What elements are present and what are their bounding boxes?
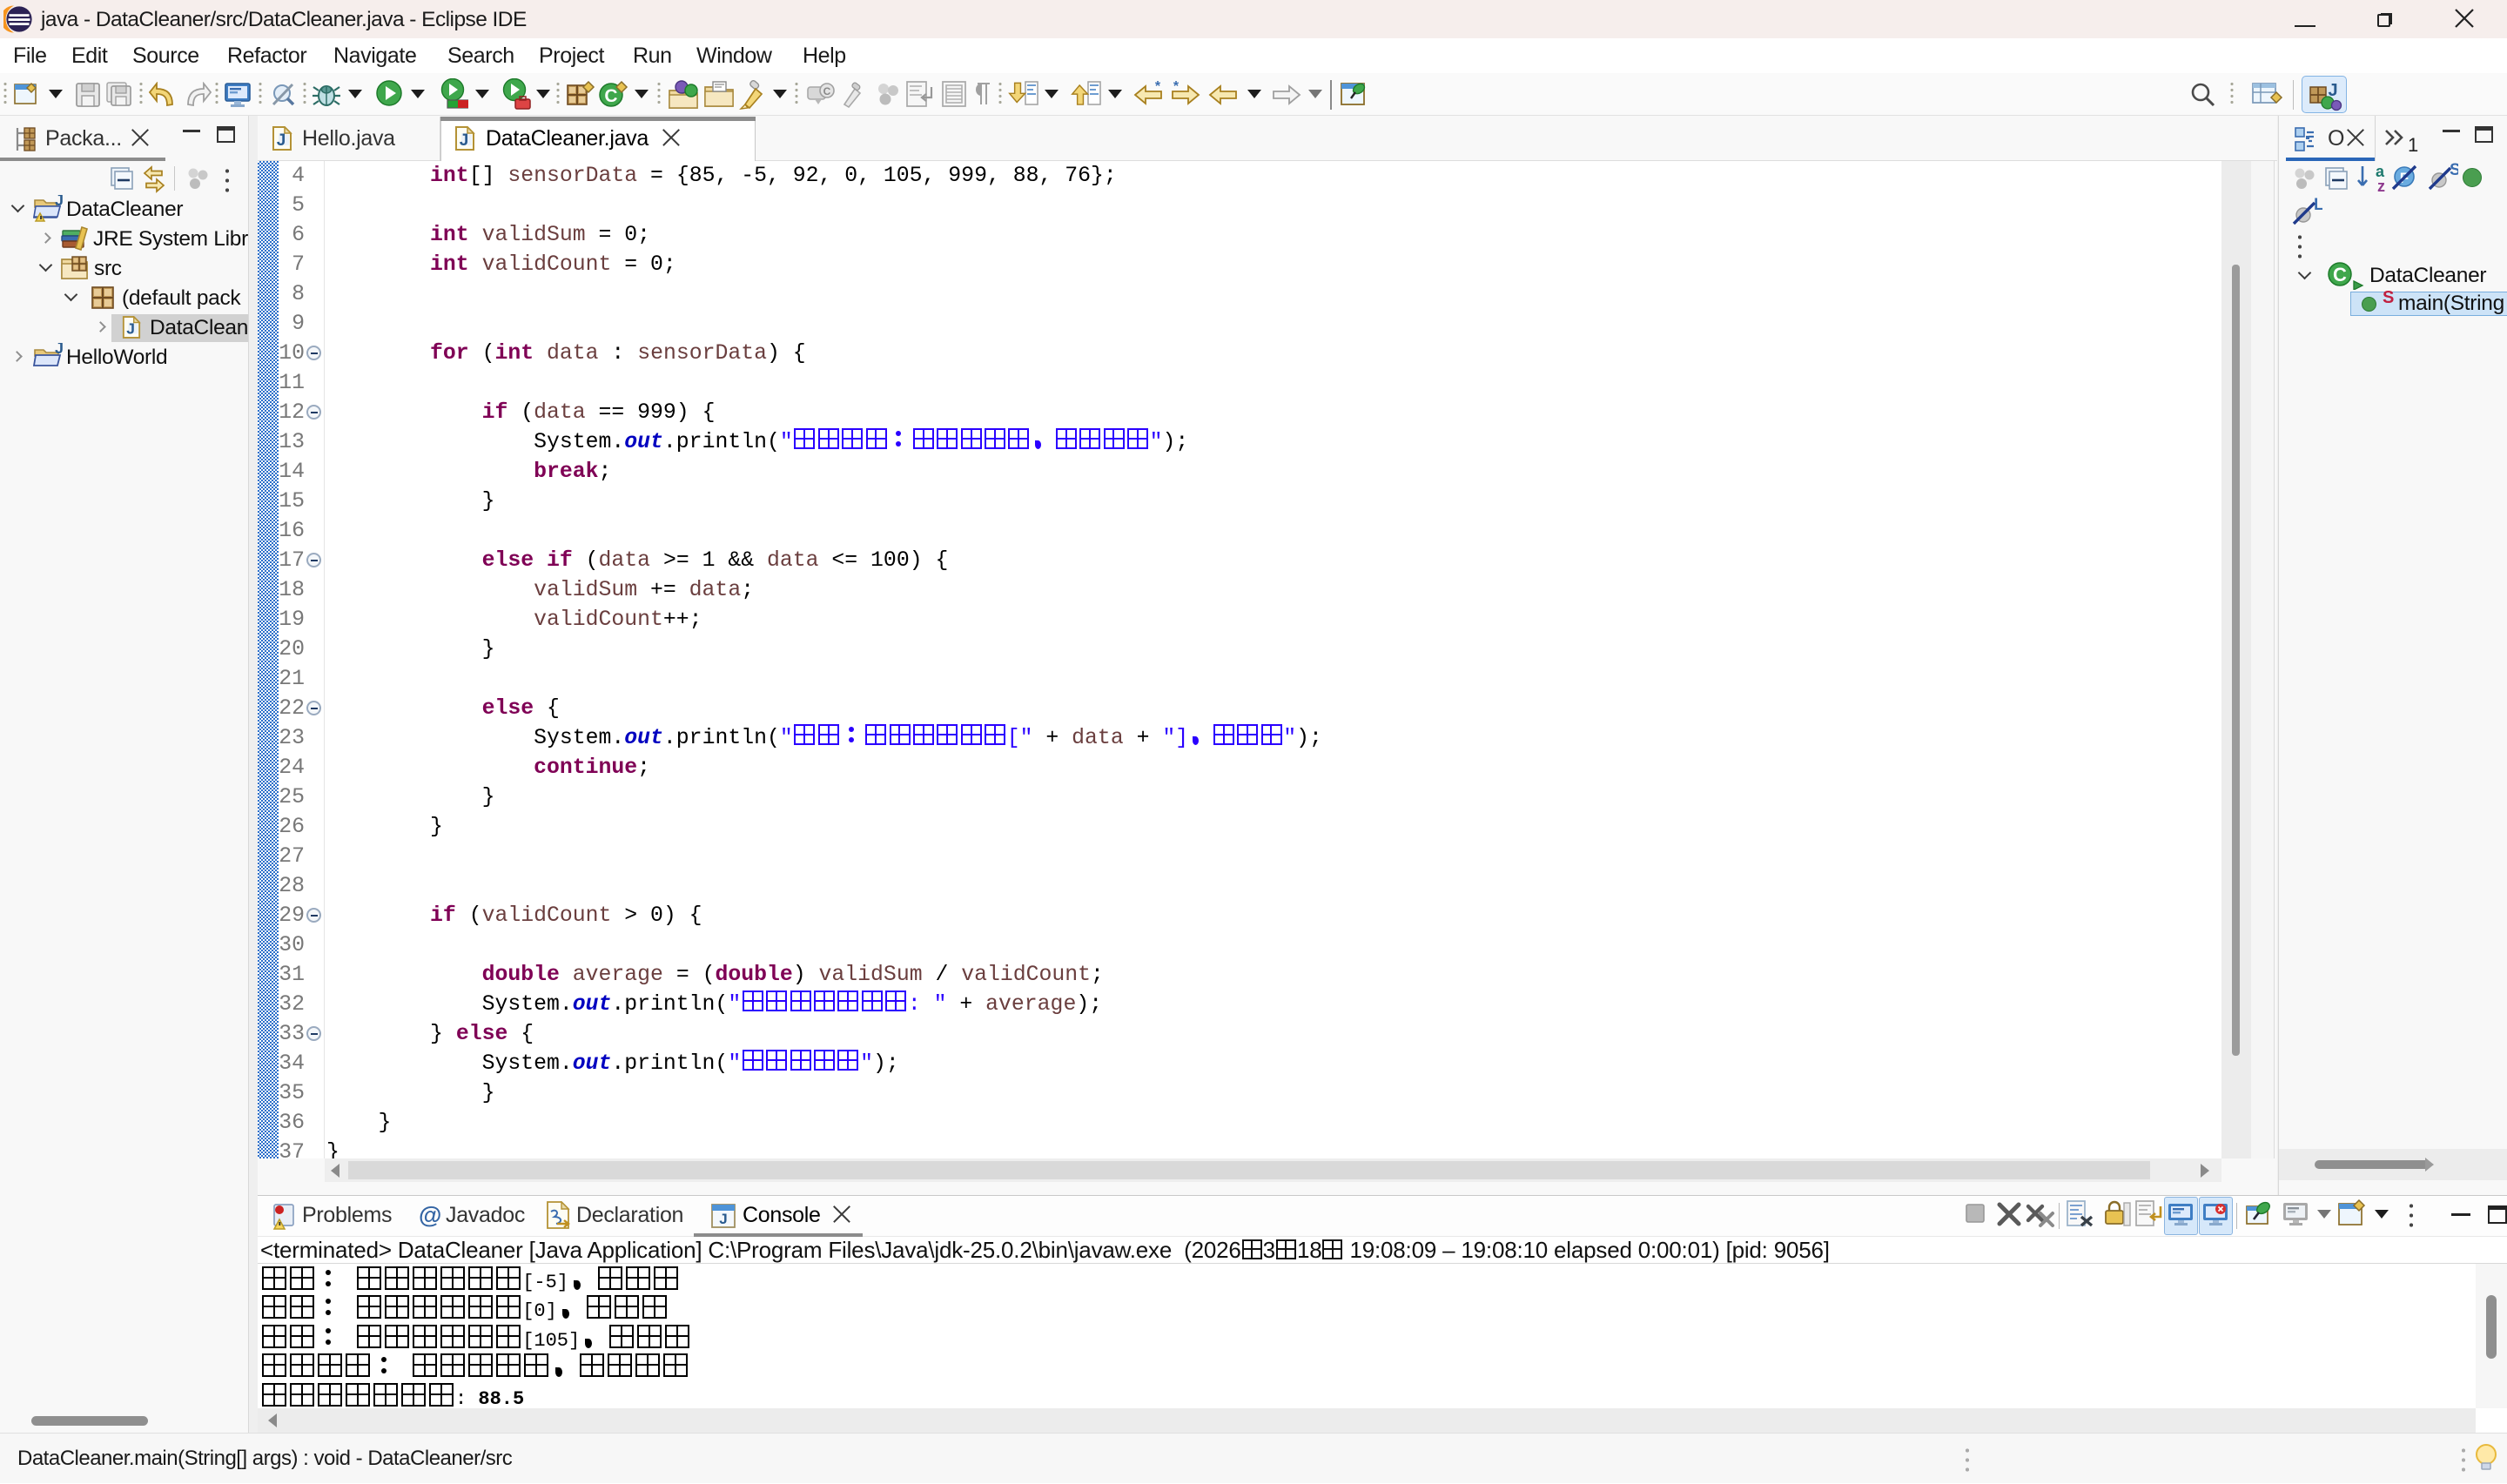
svg-text:C: C [823,85,831,97]
svg-text:J: J [277,131,286,150]
svg-text:L: L [2314,198,2322,214]
svg-text:S: S [2450,163,2458,179]
svg-text:C: C [2333,264,2347,285]
svg-text:J: J [55,343,64,357]
svg-text:C: C [604,86,617,106]
svg-text:J: J [55,195,64,209]
svg-text:J: J [460,131,469,150]
svg-text:J: J [126,319,135,337]
svg-text:1: 1 [2408,134,2418,154]
svg-text:J: J [719,1211,727,1227]
svg-text:z: z [2377,178,2385,194]
svg-text:*: * [1173,80,1180,94]
svg-text:*: * [1155,80,1161,94]
